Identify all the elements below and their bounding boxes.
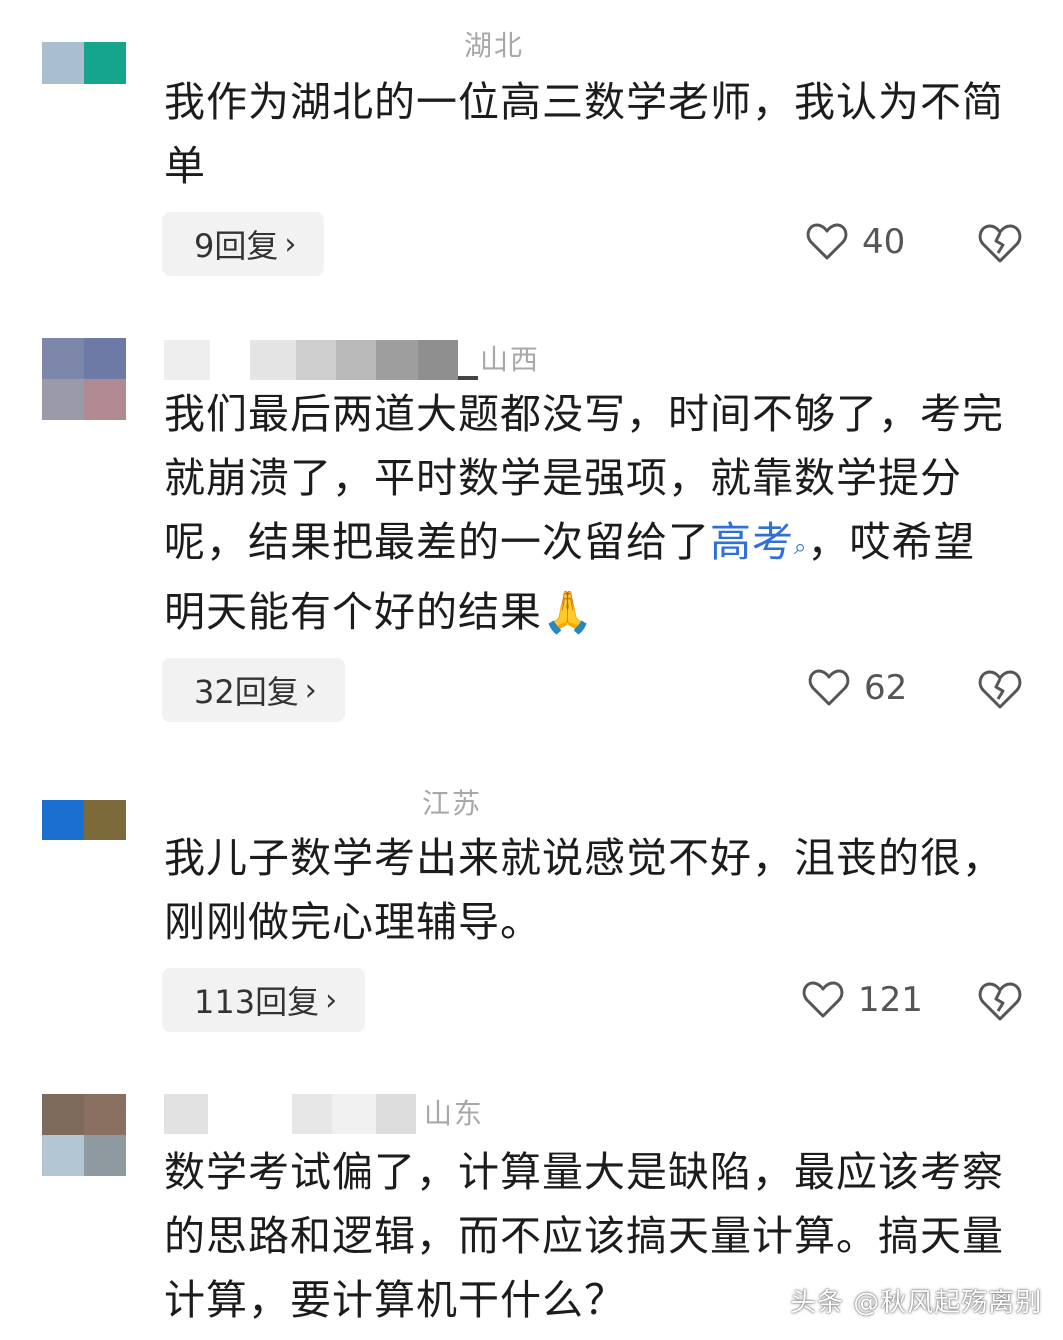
broken-heart-icon [978,982,1022,1021]
heart-icon [808,669,850,706]
like-button[interactable]: 121 [802,980,923,1020]
location-label: 山东 [424,1097,485,1130]
heart-icon [802,981,844,1018]
location-label: 山西 [480,343,541,376]
username-blurred[interactable] [164,340,478,380]
search-icon[interactable]: ⌕ [794,516,807,580]
comment-text: 我作为湖北的一位高三数学老师，我认为不简单 [164,78,1004,190]
heart-icon [806,223,848,260]
chevron-right-icon: › [325,982,338,1018]
praying-hands-emoji: 🙏 [542,588,595,636]
chevron-right-icon: › [284,226,297,262]
chevron-right-icon: › [304,672,317,708]
replies-count: 32回复 [194,673,299,711]
like-button[interactable]: 62 [808,668,907,708]
view-replies-button[interactable]: 113回复 › [162,968,366,1032]
view-replies-button[interactable]: 32回复 › [162,658,345,722]
dislike-button[interactable] [978,982,1022,1022]
dislike-button[interactable] [978,670,1022,710]
comment-text: 我们最后两道大题都没写，时间不够了，考完就崩溃了，平时数学是强项，就靠数学提分呢… [164,382,1004,644]
replies-count: 9回复 [194,227,279,265]
dislike-button[interactable] [978,224,1022,264]
avatar[interactable] [42,1094,126,1176]
avatar[interactable] [42,338,126,420]
view-replies-button[interactable]: 9回复 › [162,212,325,276]
username-blurred[interactable] [164,1094,416,1134]
like-button[interactable]: 40 [806,222,905,262]
broken-heart-icon [978,670,1022,709]
comment-text: 我儿子数学考出来就说感觉不好，沮丧的很，刚刚做完心理辅导。 [164,834,1004,946]
broken-heart-icon [978,224,1022,263]
like-count: 121 [858,980,923,1020]
location-label: 江苏 [422,787,483,820]
avatar[interactable] [42,800,126,840]
watermark: 头条 @秋风起殇离别 [790,1288,1043,1318]
like-count: 40 [862,222,906,262]
like-count: 62 [864,668,908,708]
replies-count: 113回复 [194,983,320,1021]
location-label: 湖北 [464,29,525,62]
avatar[interactable] [42,42,126,84]
topic-link[interactable]: 高考 [710,518,794,566]
